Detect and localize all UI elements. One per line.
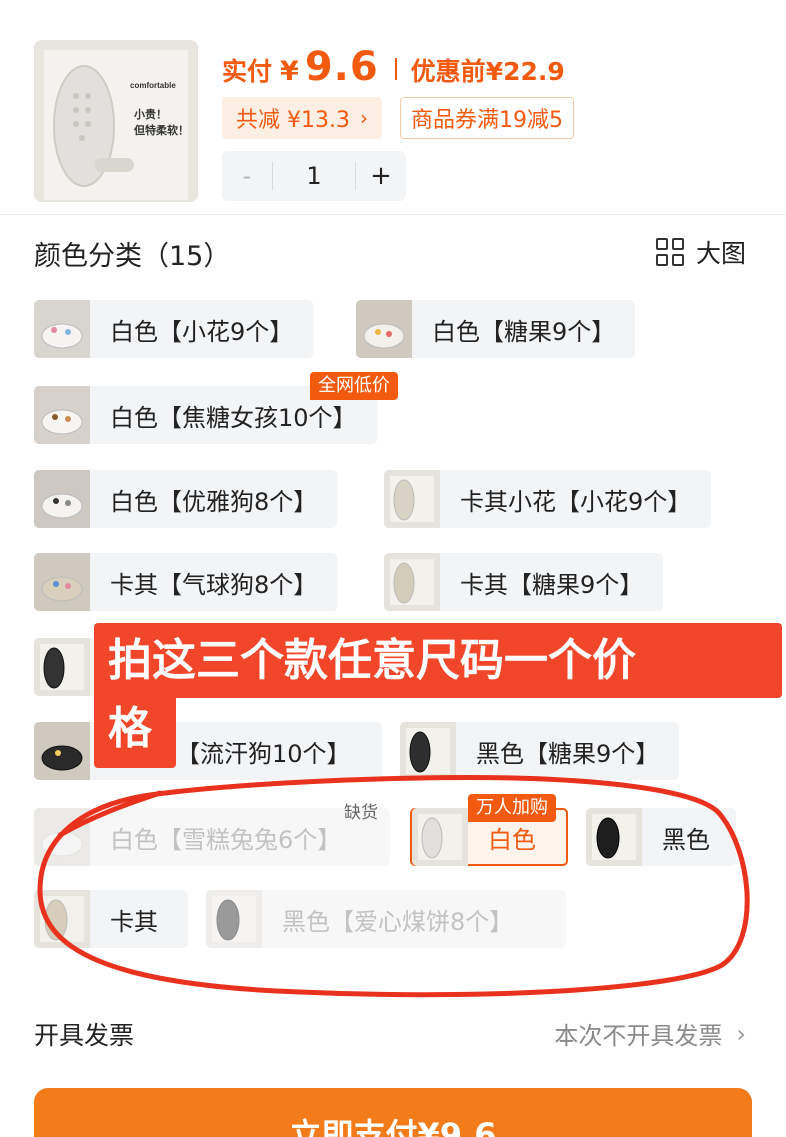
option-label: 卡其 [110, 907, 158, 936]
color-option-khaki-flower[interactable]: 卡其小花【小花9个】 [384, 470, 712, 528]
option-thumbnail [34, 638, 90, 696]
invoice-value: 本次不开具发票 [554, 1022, 723, 1050]
increase-button[interactable]: + [356, 161, 406, 191]
pay-now-button[interactable]: 立即支付¥9.6 [34, 1088, 752, 1137]
thumb-text-line1: 小贵！ [133, 107, 167, 121]
color-category-title: 颜色分类（15） [34, 241, 231, 272]
actual-pay-label: 实付 [222, 57, 273, 86]
option-thumbnail [34, 386, 90, 444]
option-thumbnail [34, 300, 90, 358]
coupon-text: 商品券满19减5 [411, 108, 563, 133]
option-label: 卡其小花【小花9个】 [460, 487, 692, 516]
color-option-white-candy[interactable]: 白色【糖果9个】 [356, 300, 636, 358]
option-label: 卡其【糖果9个】 [460, 570, 644, 599]
color-option-khaki[interactable]: 卡其 [34, 890, 188, 948]
grid-icon [655, 238, 684, 266]
price-row: 实付 ¥ 9.6 优惠前 ¥22.9 [222, 44, 565, 94]
option-thumbnail [34, 808, 90, 866]
option-thumbnail [34, 722, 90, 780]
actual-price: 9.6 [304, 44, 379, 90]
color-option-black-candy[interactable]: 黑色【糖果9个】 [400, 722, 680, 780]
option-label: 黑色【糖果9个】 [476, 739, 660, 768]
invoice-selector[interactable]: 本次不开具发票 › [554, 1016, 746, 1051]
option-thumbnail [206, 890, 262, 948]
color-option-black-heart-cake[interactable]: 黑色【爱心煤饼8个】 [206, 890, 566, 948]
option-thumbnail [356, 300, 412, 358]
thumb-text-brand: comfortable [130, 81, 176, 90]
option-label: 黑色【爱心煤饼8个】 [282, 907, 514, 936]
invoice-label: 开具发票 [34, 1021, 135, 1050]
option-label: 黑色 [662, 825, 710, 854]
color-option-white-elegant-dog[interactable]: 白色【优雅狗8个】 [34, 470, 338, 528]
option-thumbnail [384, 553, 440, 611]
product-thumbnail[interactable]: comfortable 小贵！ 但特柔软！ [34, 40, 198, 202]
option-thumbnail [412, 808, 468, 866]
coupon-tag[interactable]: 商品券满19减5 [400, 97, 574, 139]
big-view-label: 大图 [695, 239, 746, 268]
option-label: 白色【糖果9个】 [432, 317, 616, 346]
quantity-stepper: - 1 + [222, 151, 406, 201]
decrease-button[interactable]: - [222, 162, 272, 190]
total-discount-text: 共减 ¥13.3 [236, 108, 350, 133]
option-label: 白色【优雅狗8个】 [110, 487, 318, 516]
color-option-khaki-balloon-dog[interactable]: 卡其【气球狗8个】 [34, 553, 338, 611]
price-separator [394, 58, 397, 80]
option-thumbnail [34, 553, 90, 611]
color-option-white-flower[interactable]: 白色【小花9个】 [34, 300, 314, 358]
quantity-input[interactable]: 1 [272, 162, 356, 190]
chevron-right-icon: › [359, 106, 368, 130]
popular-badge: 万人加购 [468, 794, 556, 822]
big-view-toggle[interactable]: 大图 [655, 234, 746, 270]
option-thumbnail [400, 722, 456, 780]
color-option-black[interactable]: 黑色 [586, 808, 736, 866]
option-label: 白色 [488, 825, 536, 854]
option-label: 卡其【气球狗8个】 [110, 570, 318, 599]
option-label: 白色【焦糖女孩10个】 [110, 403, 357, 432]
original-price-label: 优惠前 [410, 57, 486, 86]
header-divider [0, 214, 786, 215]
original-price: ¥22.9 [485, 57, 565, 86]
out-of-stock-label: 缺货 [344, 803, 378, 823]
chevron-right-icon: › [736, 1019, 746, 1048]
option-thumbnail [34, 470, 90, 528]
color-option-white-icecream-bunny[interactable]: 白色【雪糕兔兔6个】 [34, 808, 390, 866]
option-thumbnail [586, 808, 642, 866]
option-label: 白色【小花9个】 [110, 317, 294, 346]
currency-symbol: ¥ [280, 56, 299, 87]
option-thumbnail [384, 470, 440, 528]
annotation-overlay-text-cont: 格 [94, 694, 176, 768]
color-option-sweat-dog[interactable]: 【流汗狗10个】 [34, 722, 382, 780]
pay-now-label: 立即支付¥9.6 [289, 1116, 497, 1137]
lowest-price-badge: 全网低价 [310, 372, 398, 400]
option-thumbnail [34, 890, 90, 948]
annotation-overlay-text: 拍这三个款任意尺码一个价 [94, 623, 782, 698]
option-label: 白色【雪糕兔兔6个】 [110, 825, 342, 854]
thumb-text-line2: 但特柔软！ [133, 123, 189, 137]
color-option-khaki-candy[interactable]: 卡其【糖果9个】 [384, 553, 664, 611]
total-discount-tag[interactable]: 共减 ¥13.3 › [222, 97, 382, 139]
